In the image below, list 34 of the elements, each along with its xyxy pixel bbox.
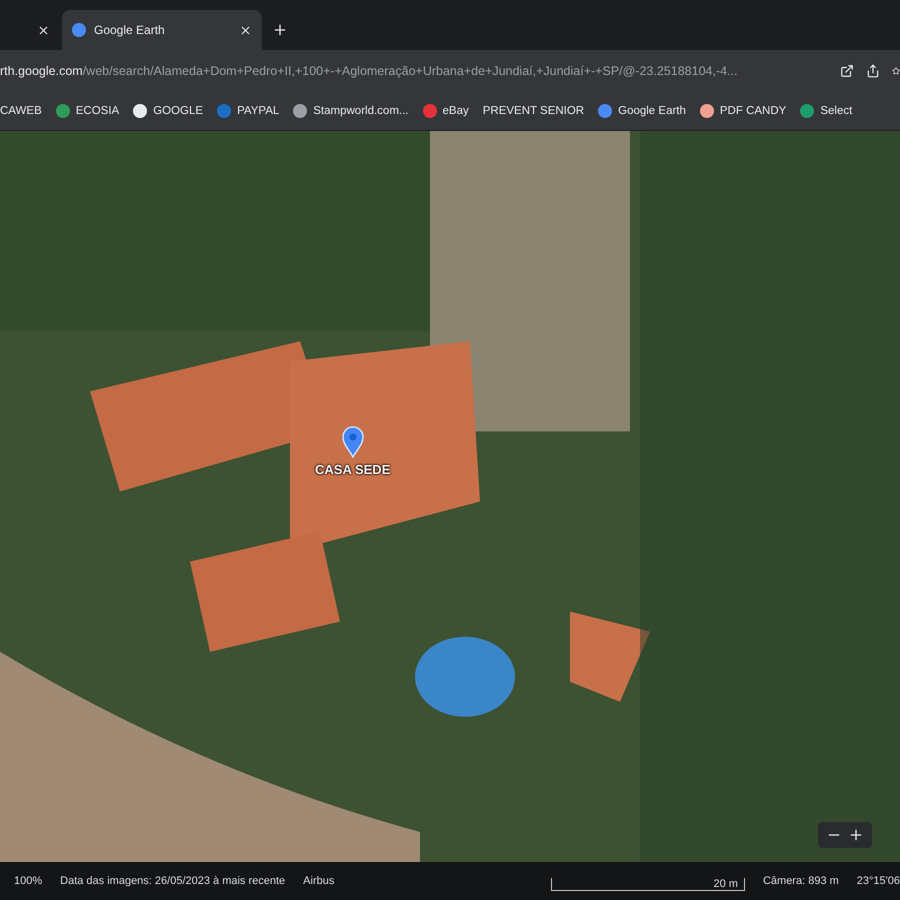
globe-icon: [72, 23, 86, 37]
bookmark-link[interactable]: ECOSIA: [56, 104, 120, 118]
bookmark-favicon-icon: [217, 104, 232, 118]
zoom-level: 100%: [14, 875, 42, 887]
camera-altitude: Câmera: 893 m: [762, 875, 839, 887]
close-icon[interactable]: [37, 24, 50, 36]
zoom-in-icon[interactable]: [848, 827, 864, 843]
bookmark-favicon-icon: [133, 104, 148, 118]
imagery-date: Data das imagens: 26/05/2023 à mais recente: [60, 875, 286, 887]
bookmark-favicon-icon: [56, 104, 70, 118]
bookmark-favicon-icon: [800, 104, 814, 118]
bookmark-link[interactable]: Select: [800, 104, 852, 118]
share-icon[interactable]: [866, 64, 880, 78]
close-icon[interactable]: [239, 24, 252, 36]
bookmark-favicon-icon: [422, 104, 436, 118]
scale-bar: 20 m: [550, 878, 745, 890]
bookmark-favicon-icon: [598, 104, 612, 118]
browser-tab[interactable]: Google Earth: [62, 10, 262, 50]
bookmark-link[interactable]: CAWEB: [0, 105, 42, 117]
location-pin-icon[interactable]: [342, 426, 364, 458]
bookmark-link[interactable]: GOOGLE: [133, 104, 204, 118]
open-external-icon[interactable]: [840, 64, 854, 78]
bookmark-link[interactable]: PREVENT SENIOR: [482, 105, 584, 117]
bookmark-link[interactable]: Stampworld.com...: [293, 104, 408, 118]
tab-title: Google Earth: [94, 23, 166, 37]
bookmark-link[interactable]: Google Earth: [598, 104, 686, 118]
bookmark-favicon-icon: [700, 104, 714, 118]
bookmark-link[interactable]: PAYPAL: [217, 104, 280, 118]
placemark-label: CASA SEDE: [315, 462, 390, 477]
bookmark-link[interactable]: PDF CANDY: [700, 104, 786, 118]
coordinates: 23°15'06: [856, 875, 900, 887]
bookmark-link[interactable]: eBay: [422, 104, 469, 118]
globe-icon: [293, 104, 308, 118]
imagery-provider: Airbus: [303, 875, 334, 887]
